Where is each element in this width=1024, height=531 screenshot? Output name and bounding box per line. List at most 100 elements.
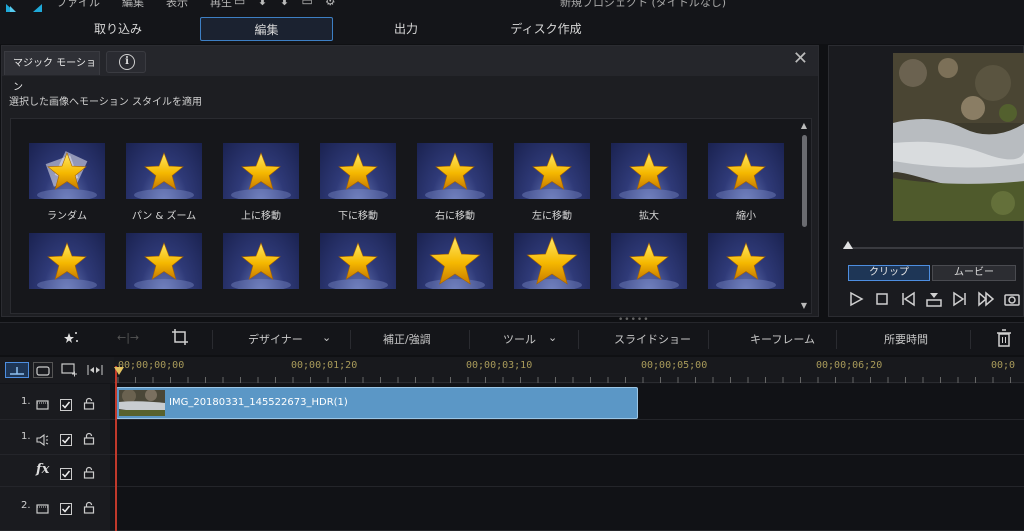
motion-style-item[interactable]: 右に移動 <box>417 143 493 223</box>
motion-style-item[interactable] <box>320 233 396 313</box>
magic-tools-icon[interactable] <box>63 329 79 350</box>
crop-icon[interactable] <box>171 328 189 349</box>
tools-button[interactable]: ツール <box>503 331 536 347</box>
storyboard-view-icon[interactable] <box>33 362 53 378</box>
motion-label: ランダム <box>47 211 87 222</box>
seek-handle[interactable] <box>843 241 853 249</box>
fast-forward-icon[interactable] <box>977 290 995 308</box>
magic-motion-panel: マジック モーション i ✕ 選択した画像へモーション スタイルを適用 ランダム… <box>1 45 819 317</box>
star-icon <box>619 242 679 289</box>
motion-style-item[interactable] <box>514 233 590 313</box>
gear-icon[interactable]: ⚙ <box>325 0 336 8</box>
track-lane[interactable] <box>114 420 1024 454</box>
track-row-audio-1: 1. <box>0 420 1024 455</box>
close-icon[interactable]: ✕ <box>793 48 808 69</box>
trim-icon[interactable]: ←|→ <box>117 331 139 344</box>
motion-style-item[interactable]: パン & ズーム <box>126 143 202 223</box>
fit-timeline-icon[interactable] <box>86 362 104 382</box>
star-icon <box>231 242 291 289</box>
checkbox-icon[interactable] <box>60 500 72 515</box>
clip-label: IMG_20180331_145522673_HDR(1) <box>169 397 348 408</box>
scroll-down-icon[interactable]: ▼ <box>799 301 809 311</box>
motion-style-item[interactable] <box>417 233 493 313</box>
app-window: ファイル 編集 表示 再生 ▭ ⬇ ⬇ ▭ ⚙ 新規プロジェクト (タイトルなし… <box>0 0 1024 531</box>
track-lane[interactable] <box>114 455 1024 486</box>
menu-file[interactable]: ファイル <box>56 0 100 10</box>
lock-icon[interactable] <box>83 464 95 479</box>
motion-style-item[interactable]: 拡大 <box>611 143 687 223</box>
star-icon <box>328 242 388 289</box>
motion-style-item[interactable]: 縮小 <box>708 143 784 223</box>
add-track-icon[interactable] <box>60 362 78 382</box>
scroll-up-icon[interactable]: ▲ <box>799 121 809 131</box>
motion-style-item[interactable]: ランダム <box>29 143 105 223</box>
split-icon[interactable] <box>925 290 943 308</box>
divider <box>469 330 470 349</box>
trash-icon[interactable] <box>996 329 1012 350</box>
movie-mode-button[interactable]: ムービー <box>932 265 1016 281</box>
motion-style-item[interactable]: 下に移動 <box>320 143 396 223</box>
play-icon[interactable] <box>847 290 865 308</box>
panel-title-tab[interactable]: マジック モーション <box>4 51 100 93</box>
tab-disc[interactable]: ディスク作成 <box>486 17 606 41</box>
timeline-ruler[interactable]: 00;00;00;00 00;00;01;20 00;00;03;10 00;0… <box>114 357 1024 383</box>
checkbox-icon[interactable] <box>60 396 72 411</box>
import-arrow-icon[interactable]: ⬇ <box>257 0 267 8</box>
export-arrow-icon[interactable]: ⬇ <box>279 0 289 8</box>
chevron-down-icon[interactable]: ⌄ <box>322 331 331 344</box>
motion-thumbnail <box>29 143 105 199</box>
timeline-clip[interactable]: IMG_20180331_145522673_HDR(1) <box>116 387 638 419</box>
lock-icon[interactable] <box>83 395 95 410</box>
menu-view[interactable]: 表示 <box>166 0 188 10</box>
motion-thumbnail <box>223 143 299 199</box>
track-row-video-2: 2. <box>0 487 1024 531</box>
motion-style-item[interactable] <box>126 233 202 313</box>
divider <box>708 330 709 349</box>
menu-play[interactable]: 再生 <box>210 0 232 10</box>
motion-thumbnail <box>708 233 784 289</box>
timecode-label: 00;0 <box>991 360 1016 371</box>
grid-scrollbar[interactable]: ▲ ▼ <box>799 121 809 311</box>
designer-button[interactable]: デザイナー <box>248 331 303 347</box>
render-icon[interactable]: ▭ <box>301 0 312 8</box>
motion-style-item[interactable] <box>223 233 299 313</box>
scroll-thumb[interactable] <box>802 135 807 227</box>
save-icon[interactable]: ▭ <box>234 0 245 8</box>
star-icon <box>522 152 582 199</box>
motion-style-item[interactable] <box>611 233 687 313</box>
track-number: 1. <box>21 431 31 442</box>
checkbox-icon[interactable] <box>60 431 72 446</box>
tab-edit[interactable]: 編集 <box>200 17 333 41</box>
duration-button[interactable]: 所要時間 <box>884 331 928 347</box>
track-lane[interactable] <box>114 487 1024 530</box>
stop-icon[interactable] <box>873 290 891 308</box>
preview-seek-track[interactable] <box>843 247 1023 249</box>
clip-mode-button[interactable]: クリップ <box>848 265 930 281</box>
motion-style-item[interactable]: 左に移動 <box>514 143 590 223</box>
keyframe-button[interactable]: キーフレーム <box>750 331 815 347</box>
correct-enhance-button[interactable]: 補正/強調 <box>383 331 431 347</box>
divider <box>578 330 579 349</box>
star-icon <box>716 242 776 289</box>
motion-style-item[interactable] <box>708 233 784 313</box>
checkbox-icon[interactable] <box>60 465 72 480</box>
tab-produce[interactable]: 出力 <box>346 17 466 41</box>
lock-icon[interactable] <box>83 430 95 445</box>
playhead-marker[interactable] <box>114 367 124 375</box>
slideshow-button[interactable]: スライドショー <box>614 331 691 347</box>
motion-style-item[interactable]: 上に移動 <box>223 143 299 223</box>
next-frame-icon[interactable] <box>951 290 969 308</box>
menu-edit[interactable]: 編集 <box>122 0 144 10</box>
motion-style-item[interactable] <box>29 233 105 313</box>
motion-label: 右に移動 <box>435 211 475 222</box>
prev-frame-icon[interactable] <box>899 290 917 308</box>
motion-thumbnail <box>126 233 202 289</box>
info-button[interactable]: i <box>106 51 146 73</box>
lock-icon[interactable] <box>83 499 95 514</box>
track-view-icon[interactable] <box>5 362 29 378</box>
tab-import[interactable]: 取り込み <box>58 17 178 41</box>
playhead[interactable] <box>115 366 117 531</box>
snapshot-icon[interactable] <box>1003 290 1021 308</box>
chevron-down-icon[interactable]: ⌄ <box>548 331 557 344</box>
star-icon <box>134 242 194 289</box>
